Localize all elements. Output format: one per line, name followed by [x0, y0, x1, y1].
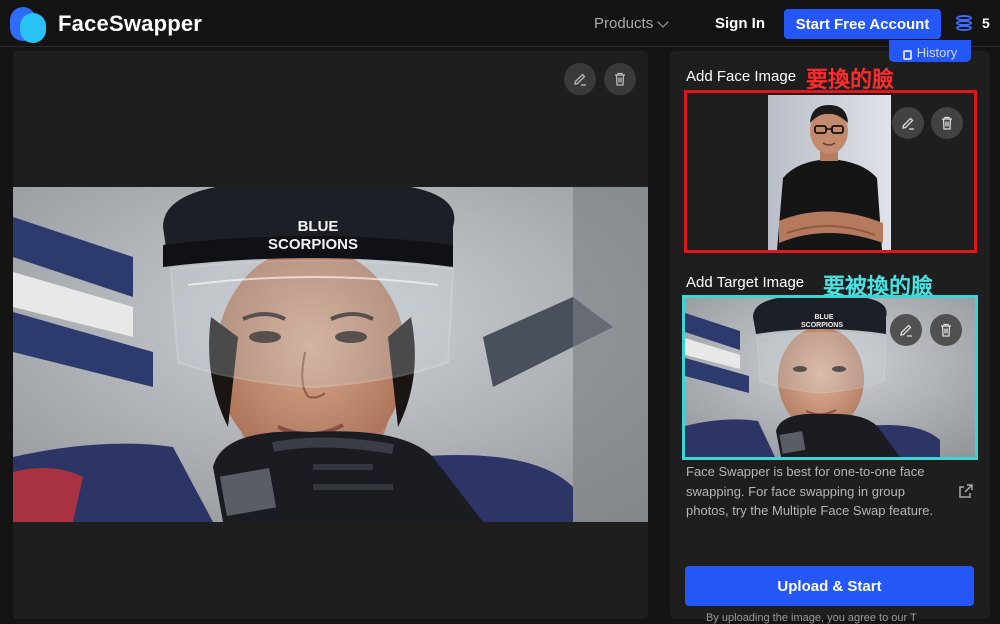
- result-preview: BLUE SCORPIONS: [13, 51, 648, 619]
- target-image-slot[interactable]: BLUE SCORPIONS: [682, 295, 978, 460]
- thumb-helmet-text-line2: SCORPIONS: [801, 322, 843, 329]
- target-image-label: Add Target Image: [686, 274, 805, 291]
- external-link-icon[interactable]: [958, 483, 974, 499]
- trash-icon: [941, 323, 951, 337]
- credits-indicator[interactable]: 5: [956, 15, 990, 31]
- target-delete-button[interactable]: [930, 314, 962, 346]
- pencil-icon: [900, 324, 912, 337]
- terms-notice: By uploading the image, you agree to our…: [706, 612, 917, 624]
- history-icon: [902, 50, 912, 60]
- face-edit-button[interactable]: [892, 107, 924, 139]
- sign-in-link[interactable]: Sign In: [715, 15, 765, 32]
- face-delete-button[interactable]: [931, 107, 963, 139]
- credits-count: 5: [982, 15, 990, 31]
- trash-icon: [942, 116, 952, 130]
- pencil-icon: [902, 117, 914, 130]
- trash-icon: [615, 72, 625, 86]
- swapped-result-image: BLUE SCORPIONS: [13, 187, 648, 522]
- face-thumbnail: [768, 95, 891, 250]
- face-image-label: Add Face Image: [686, 68, 797, 85]
- faceswapper-logo-icon[interactable]: [10, 7, 50, 43]
- chevron-down-icon: [657, 15, 669, 28]
- start-free-account-button[interactable]: Start Free Account: [784, 9, 941, 39]
- nav-products-menu[interactable]: Products: [594, 15, 669, 32]
- brand-name[interactable]: FaceSwapper: [58, 11, 202, 37]
- edit-button[interactable]: [564, 63, 596, 95]
- history-label: History: [916, 45, 958, 60]
- upload-start-button[interactable]: Upload & Start: [685, 566, 974, 606]
- top-nav: FaceSwapper Products Sign In Start Free …: [0, 0, 1000, 47]
- helmet-text-line1: BLUE: [298, 218, 339, 235]
- face-image-slot[interactable]: [684, 90, 977, 253]
- history-button[interactable]: History: [889, 40, 971, 62]
- target-edit-button[interactable]: [890, 314, 922, 346]
- helmet-text-line2: SCORPIONS: [268, 236, 358, 253]
- info-text: Face Swapper is best for one-to-one face…: [686, 464, 934, 518]
- pencil-icon: [574, 73, 586, 86]
- thumb-helmet-text-line1: BLUE: [814, 314, 833, 321]
- coins-icon: [956, 15, 972, 31]
- nav-products-label: Products: [594, 15, 654, 32]
- delete-button[interactable]: [604, 63, 636, 95]
